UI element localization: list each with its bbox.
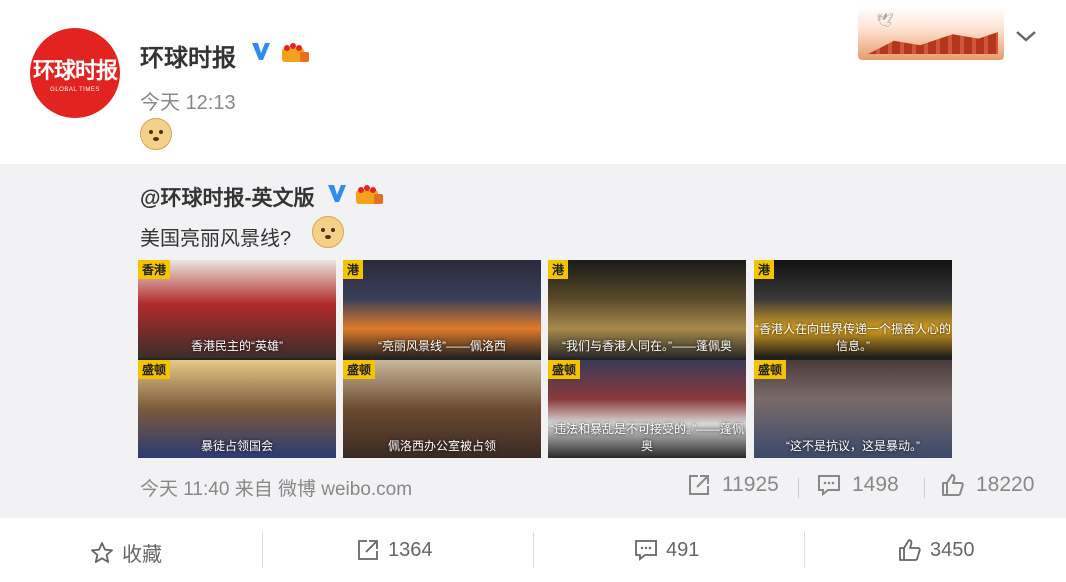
image-caption: “亮丽风景线”——佩洛西	[378, 339, 506, 353]
share-icon	[689, 475, 709, 495]
repost-share-button[interactable]: 11925	[686, 472, 779, 498]
share-button[interactable]: 1364	[356, 538, 433, 562]
comment-count: 491	[666, 538, 700, 561]
image-tag: 港	[343, 260, 364, 279]
favorite-button[interactable]: 收藏	[90, 538, 162, 567]
image-tag: 香港	[138, 260, 171, 279]
repost-like-button[interactable]: 18220	[940, 472, 1034, 498]
doge-emoji-icon	[312, 216, 344, 248]
image-tag: 盛顿	[343, 360, 376, 379]
image-caption: “这不是抗议，这是暴动。”	[786, 439, 920, 453]
crown-icon	[282, 43, 309, 62]
repost-card[interactable]: @环球时报-英文版 美国亮丽风景线? 香港 香港民主的“英雄” 盛顿 暴徒占领国…	[0, 164, 1066, 518]
like-button[interactable]: 3450	[898, 538, 975, 562]
like-count: 18220	[976, 473, 1035, 496]
share-count: 1364	[388, 538, 433, 561]
verified-icon	[252, 43, 270, 60]
thumbs-up-icon	[899, 539, 921, 561]
avatar[interactable]: 环球时报 GLOBAL TIMES	[30, 28, 120, 118]
image-thumbnail[interactable]: 香港 香港民主的“英雄” 盛顿 暴徒占领国会	[138, 260, 336, 458]
image-tag: 盛顿	[754, 360, 787, 379]
divider	[798, 478, 799, 498]
great-wall-banner: 🕊	[858, 6, 1004, 60]
star-icon	[91, 541, 113, 563]
image-tag: 盛顿	[138, 360, 171, 379]
action-bar: 收藏 1364 491 3450	[0, 518, 1066, 582]
divider	[262, 532, 263, 568]
repost-username[interactable]: @环球时报-英文版	[140, 182, 314, 212]
divider	[804, 532, 805, 568]
image-caption: “违法和暴乱是不可接受的。”——蓬佩奥	[550, 422, 744, 453]
share-count: 11925	[722, 473, 779, 496]
comment-button[interactable]: 491	[634, 538, 699, 562]
favorite-label: 收藏	[122, 544, 162, 566]
comment-count: 1498	[852, 473, 899, 496]
divider	[924, 478, 925, 498]
thumbs-up-icon	[942, 474, 964, 496]
avatar-logo-en: GLOBAL TIMES	[50, 87, 100, 93]
image-tag: 港	[548, 260, 569, 279]
image-caption: “我们与香港人同在。”——蓬佩奥	[562, 339, 732, 353]
image-caption: 香港民主的“英雄”	[191, 339, 283, 353]
wall-graphic	[868, 32, 998, 54]
verified-icon	[328, 185, 346, 202]
post-username[interactable]: 环球时报	[140, 38, 236, 73]
repost-footer: 今天 11:40 来自 微博 weibo.com	[140, 479, 413, 500]
crown-icon	[356, 185, 383, 204]
divider	[533, 532, 534, 568]
repost-text: 美国亮丽风景线?	[140, 228, 292, 250]
like-count: 3450	[930, 538, 975, 561]
repost-comment-button[interactable]: 1498	[816, 472, 899, 498]
comment-icon	[635, 540, 657, 561]
image-caption: 暴徒占领国会	[200, 439, 273, 453]
comment-icon	[818, 475, 840, 497]
share-icon	[358, 540, 378, 560]
image-tag: 港	[754, 260, 775, 279]
image-caption: 佩洛西办公室被占领	[387, 439, 496, 453]
avatar-logo-cn: 环球时报	[32, 58, 118, 84]
doge-emoji-icon	[140, 118, 172, 150]
dove-icon: 🕊	[876, 12, 894, 28]
image-tag: 盛顿	[548, 360, 581, 379]
chevron-down-icon[interactable]	[1014, 28, 1038, 44]
image-thumbnail[interactable]: 港 “我们与香港人同在。”——蓬佩奥 盛顿 “违法和暴乱是不可接受的。”——蓬佩…	[548, 260, 746, 458]
post-timestamp: 今天 12:13	[140, 92, 236, 114]
image-caption: “香港人在向世界传递一个振奋人心的信息。”	[755, 322, 951, 353]
image-thumbnail[interactable]: 港 “亮丽风景线”——佩洛西 盛顿 佩洛西办公室被占领	[343, 260, 541, 458]
image-thumbnail[interactable]: 港 “香港人在向世界传递一个振奋人心的信息。” 盛顿 “这不是抗议，这是暴动。”	[754, 260, 952, 458]
